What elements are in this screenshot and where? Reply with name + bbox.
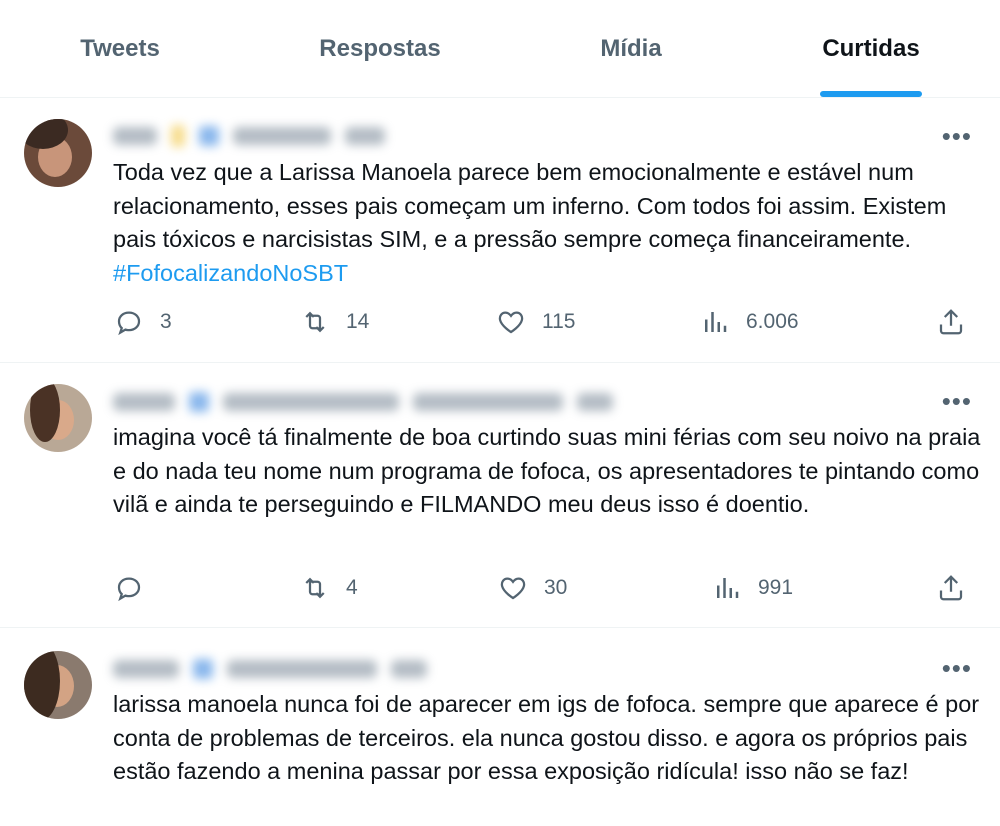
share-icon xyxy=(939,309,963,335)
reply-button[interactable]: 3 xyxy=(114,307,172,337)
share-icon xyxy=(939,575,963,601)
views-button[interactable]: 991 xyxy=(712,573,793,603)
tab-respostas[interactable]: Respostas xyxy=(296,0,464,98)
reply-icon xyxy=(117,311,141,336)
views-chart-icon xyxy=(705,312,727,332)
tweet-actions: 4 30 991 xyxy=(0,573,1000,613)
avatar[interactable] xyxy=(24,384,92,452)
blurred-author-info xyxy=(113,392,613,412)
tweet-actions: 3 14 115 6.006 xyxy=(0,307,1000,347)
like-button[interactable]: 30 xyxy=(498,573,567,603)
like-count: 115 xyxy=(542,310,576,333)
tweet-body: Toda vez que a Larissa Manoela parece be… xyxy=(113,159,947,252)
share-button[interactable] xyxy=(936,307,966,337)
like-button[interactable]: 115 xyxy=(496,307,575,337)
retweet-icon xyxy=(305,311,325,333)
retweet-count: 4 xyxy=(346,576,358,599)
like-count: 30 xyxy=(544,576,568,599)
avatar[interactable] xyxy=(24,651,92,719)
avatar[interactable] xyxy=(24,119,92,187)
blurred-author-info xyxy=(113,125,385,147)
tweet[interactable]: ••• Toda vez que a Larissa Manoela parec… xyxy=(0,99,1000,363)
retweet-count: 14 xyxy=(346,310,370,333)
retweet-button[interactable]: 14 xyxy=(300,307,369,337)
reply-count: 3 xyxy=(160,310,172,333)
reply-button[interactable] xyxy=(114,573,160,603)
views-count: 6.006 xyxy=(746,310,799,333)
heart-icon xyxy=(498,311,524,334)
more-horizontal-icon[interactable]: ••• xyxy=(942,123,972,149)
active-tab-indicator xyxy=(820,91,922,97)
share-button[interactable] xyxy=(936,573,966,603)
tweet[interactable]: ••• larissa manoela nunca foi de aparece… xyxy=(0,629,1000,826)
more-horizontal-icon[interactable]: ••• xyxy=(942,388,972,414)
tweet[interactable]: ••• imagina você tá finalmente de boa cu… xyxy=(0,364,1000,628)
tab-midia[interactable]: Mídia xyxy=(572,0,690,98)
tab-tweets[interactable]: Tweets xyxy=(42,0,198,98)
profile-tabs: Tweets Respostas Mídia Curtidas xyxy=(0,0,1000,98)
hashtag-link[interactable]: #FofocalizandoNoSBT xyxy=(113,260,348,286)
heart-icon xyxy=(500,577,526,600)
views-count: 991 xyxy=(758,576,794,599)
views-button[interactable]: 6.006 xyxy=(700,307,799,337)
reply-icon xyxy=(117,577,141,602)
tab-curtidas[interactable]: Curtidas xyxy=(808,0,934,98)
tweet-text: Toda vez que a Larissa Manoela parece be… xyxy=(113,156,983,290)
blurred-author-info xyxy=(113,659,427,679)
tweet-text: larissa manoela nunca foi de aparecer em… xyxy=(113,691,980,784)
views-chart-icon xyxy=(717,578,739,598)
more-horizontal-icon[interactable]: ••• xyxy=(942,655,972,681)
retweet-button[interactable]: 4 xyxy=(300,573,358,603)
retweet-icon xyxy=(305,577,325,599)
tweet-text: imagina você tá finalmente de boa curtin… xyxy=(113,424,981,517)
